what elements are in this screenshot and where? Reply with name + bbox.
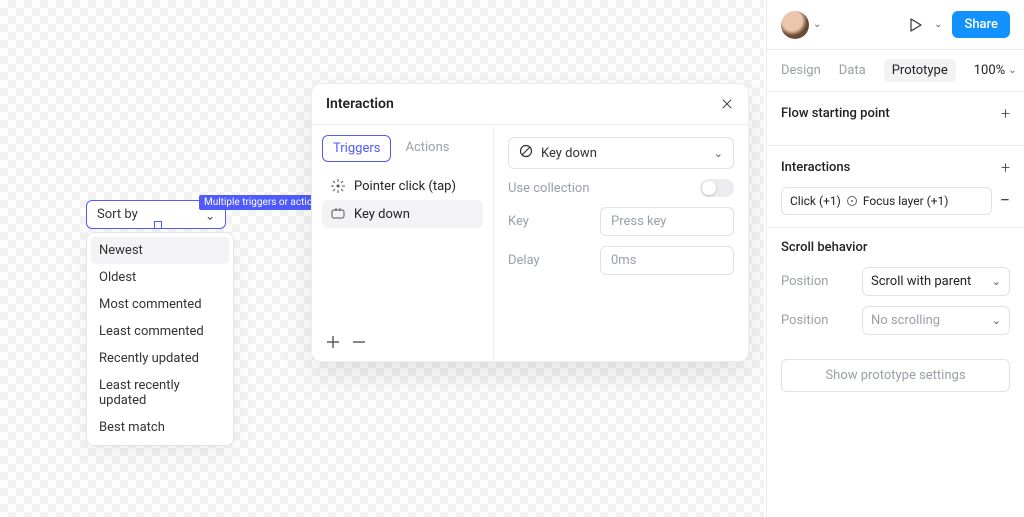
delay-input[interactable]: 0ms bbox=[600, 246, 734, 275]
pointer-click-icon bbox=[330, 178, 346, 194]
play-icon[interactable] bbox=[908, 17, 924, 33]
selection-handle[interactable] bbox=[155, 222, 161, 228]
close-icon[interactable] bbox=[720, 97, 734, 111]
tab-actions[interactable]: Actions bbox=[395, 135, 459, 162]
triggers-column: Triggers Actions Pointer click (tap) Key… bbox=[312, 125, 494, 361]
chevron-down-icon: ⌄ bbox=[813, 19, 821, 30]
list-item[interactable]: Least commented bbox=[91, 318, 229, 345]
tab-prototype[interactable]: Prototype bbox=[884, 59, 956, 82]
trigger-label: Pointer click (tap) bbox=[354, 179, 456, 194]
hint-badge: Multiple triggers or actions bbox=[199, 195, 328, 210]
canvas[interactable]: Sort by ⌃ Multiple triggers or actions N… bbox=[0, 0, 764, 517]
chevron-down-icon: ⌄ bbox=[992, 275, 1001, 288]
interactions-label: Interactions bbox=[781, 160, 850, 175]
add-trigger-icon[interactable] bbox=[326, 335, 340, 349]
chevron-down-icon: ⌄ bbox=[714, 147, 723, 160]
share-button[interactable]: Share bbox=[952, 11, 1010, 38]
interaction-panel: Interaction Triggers Actions Pointer cli… bbox=[311, 83, 749, 362]
list-item[interactable]: Least recently updated bbox=[91, 372, 229, 414]
key-input[interactable]: Press key bbox=[600, 207, 734, 236]
sortby-label: Sort by bbox=[97, 207, 138, 222]
sortby-dropdown: Newest Oldest Most commented Least comme… bbox=[86, 232, 234, 446]
show-prototype-settings-button[interactable]: Show prototype settings bbox=[781, 359, 1010, 392]
chevron-down-icon: ⌄ bbox=[992, 314, 1001, 327]
use-collection-toggle[interactable] bbox=[700, 179, 734, 197]
key-press-icon bbox=[330, 206, 346, 222]
tab-design[interactable]: Design bbox=[781, 63, 821, 78]
position-label: Position bbox=[781, 274, 828, 289]
list-item[interactable]: Oldest bbox=[91, 264, 229, 291]
chevron-down-icon: ⌄ bbox=[1008, 65, 1016, 76]
trigger-item[interactable]: Key down bbox=[322, 200, 483, 228]
list-item[interactable]: Best match bbox=[91, 414, 229, 441]
scroll-position-select-2[interactable]: No scrolling ⌄ bbox=[862, 306, 1010, 335]
tab-triggers[interactable]: Triggers bbox=[322, 135, 391, 162]
trigger-label: Key down bbox=[354, 207, 410, 222]
delay-label: Delay bbox=[508, 253, 590, 268]
panel-title: Interaction bbox=[326, 96, 394, 112]
scroll-behavior-label: Scroll behavior bbox=[781, 240, 867, 255]
remove-trigger-icon[interactable] bbox=[352, 335, 366, 349]
target-icon bbox=[847, 196, 857, 206]
list-item[interactable]: Most commented bbox=[91, 291, 229, 318]
user-menu[interactable]: ⌄ bbox=[781, 11, 821, 39]
flow-starting-point-label: Flow starting point bbox=[781, 106, 890, 121]
chevron-down-icon[interactable]: ⌄ bbox=[934, 19, 942, 30]
avatar bbox=[781, 11, 809, 39]
trigger-type-select[interactable]: Key down ⌄ bbox=[508, 137, 734, 169]
scroll-position-select-1[interactable]: Scroll with parent ⌄ bbox=[862, 267, 1010, 296]
trigger-type-value: Key down bbox=[541, 146, 597, 161]
list-item[interactable]: Recently updated bbox=[91, 345, 229, 372]
right-sidebar: ⌄ ⌄ Share Design Data Prototype 100% ⌄ F… bbox=[766, 0, 1024, 517]
add-interaction-icon[interactable]: + bbox=[1001, 158, 1010, 177]
trigger-item[interactable]: Pointer click (tap) bbox=[322, 172, 483, 200]
trigger-form: Key down ⌄ Use collection Key Press key … bbox=[494, 125, 748, 361]
tab-data[interactable]: Data bbox=[839, 63, 866, 78]
add-flow-icon[interactable]: + bbox=[1001, 104, 1010, 123]
position-label: Position bbox=[781, 313, 828, 328]
list-item[interactable]: Newest bbox=[91, 237, 229, 264]
interaction-pill[interactable]: Click (+1) Focus layer (+1) bbox=[781, 187, 992, 215]
use-collection-label: Use collection bbox=[508, 181, 590, 196]
zoom-control[interactable]: 100% ⌄ bbox=[974, 63, 1017, 78]
key-label: Key bbox=[508, 214, 590, 229]
no-symbol-icon bbox=[519, 144, 533, 162]
